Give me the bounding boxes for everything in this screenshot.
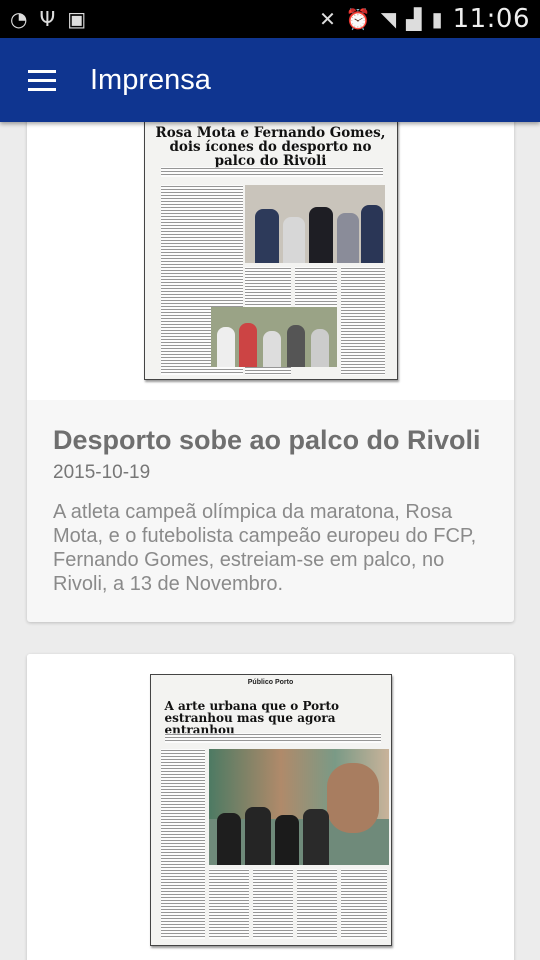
hamburger-menu-icon[interactable] bbox=[0, 38, 84, 122]
newspaper-clipping: Público Porto A arte urbana que o Porto … bbox=[149, 674, 392, 946]
page-title: Imprensa bbox=[90, 63, 211, 96]
signal-icon: ▟ bbox=[406, 7, 422, 31]
article-title: Desporto sobe ao palco do Rivoli bbox=[53, 425, 481, 455]
article-summary: A atleta campeã olímpica da maratona, Ro… bbox=[53, 501, 477, 596]
status-bar: ◔ Ψ ▣ ✕ ⏰ ◥ ▟ ▮ 11:06 bbox=[0, 0, 540, 38]
article-image: Público Porto A arte urbana que o Porto … bbox=[27, 654, 514, 960]
battery-icon: ▮ bbox=[431, 7, 443, 31]
wifi-question-icon: ◔ bbox=[10, 7, 28, 31]
clipping-photo bbox=[244, 185, 385, 263]
wifi-icon: ◥ bbox=[380, 7, 397, 31]
mute-icon: ✕ bbox=[319, 7, 336, 31]
article-card[interactable]: Público Porto A arte urbana que o Porto … bbox=[27, 654, 514, 960]
article-list[interactable]: Rosa Mota e Fernando Gomes, dois ícones … bbox=[0, 122, 540, 960]
clipping-photo bbox=[210, 307, 337, 367]
newspaper-clipping: Rosa Mota e Fernando Gomes, dois ícones … bbox=[143, 122, 398, 380]
clipping-masthead: Público Porto bbox=[247, 679, 294, 686]
article-image: Rosa Mota e Fernando Gomes, dois ícones … bbox=[27, 122, 514, 400]
article-card[interactable]: Rosa Mota e Fernando Gomes, dois ícones … bbox=[27, 122, 514, 622]
app-bar: Imprensa bbox=[0, 38, 540, 122]
clipping-photo bbox=[208, 749, 389, 865]
image-icon: ▣ bbox=[67, 7, 87, 31]
article-date: 2015-10-19 bbox=[53, 462, 151, 484]
clipping-headline: Rosa Mota e Fernando Gomes, dois ícones … bbox=[155, 125, 386, 169]
alarm-icon: ⏰ bbox=[345, 7, 371, 31]
usb-icon: Ψ bbox=[39, 7, 56, 31]
clock: 11:06 bbox=[452, 4, 530, 34]
clipping-headline: A arte urbana que o Porto estranhou mas … bbox=[164, 699, 340, 738]
